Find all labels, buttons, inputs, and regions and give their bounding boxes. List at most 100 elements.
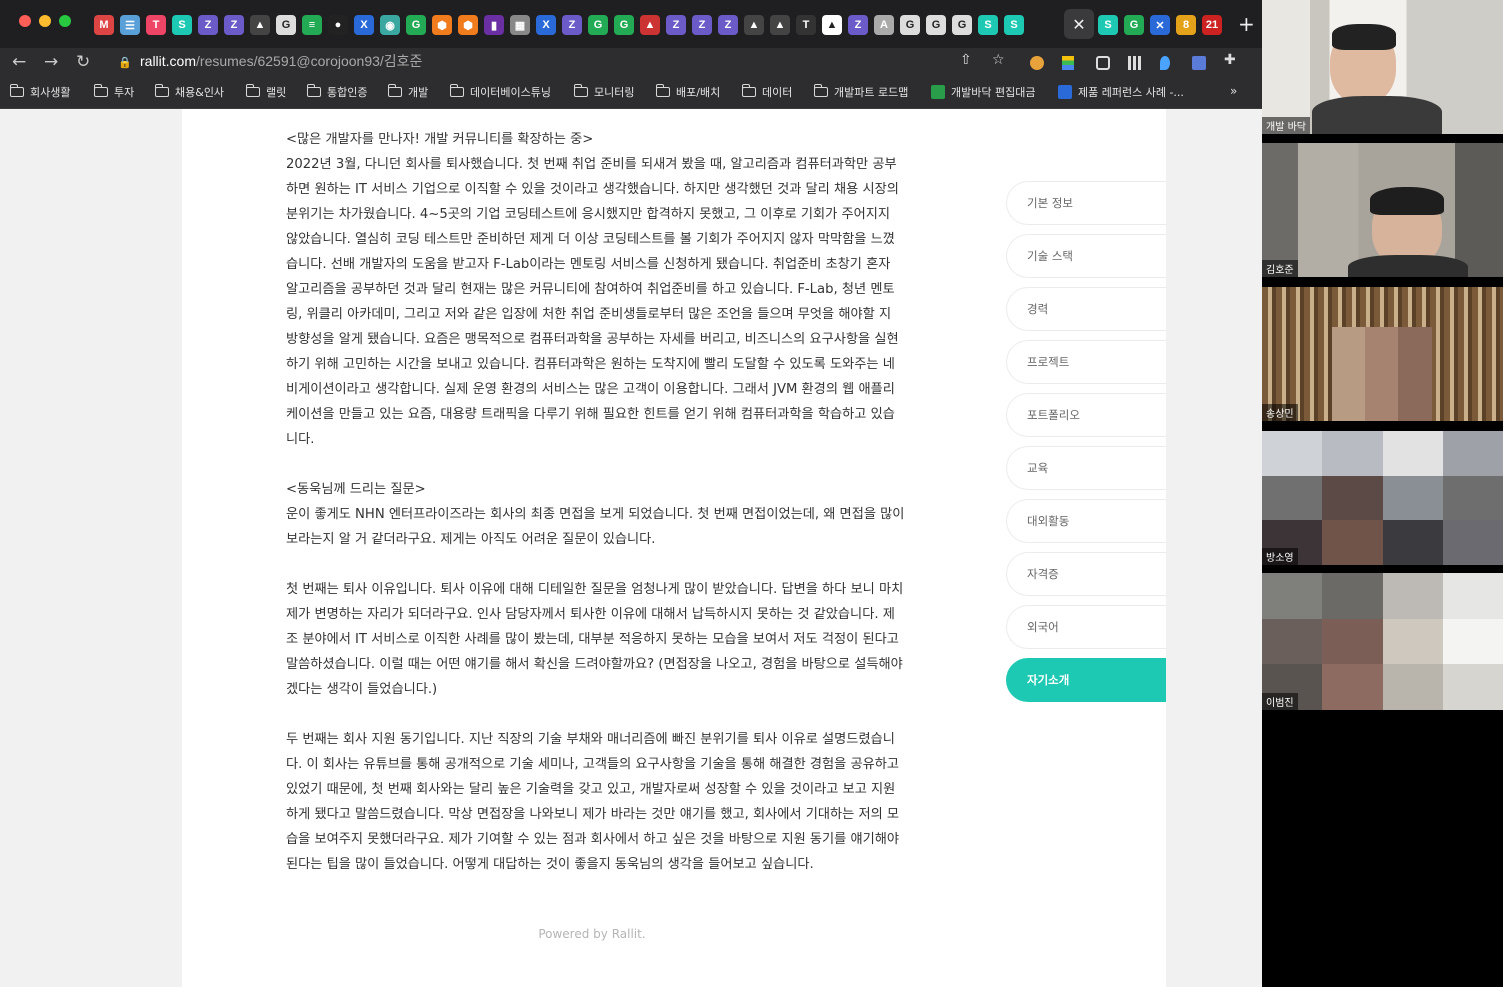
pixelated-video — [1262, 431, 1503, 565]
folder-icon — [813, 84, 828, 97]
extension-stack-icon[interactable] — [1062, 56, 1074, 70]
nav-item-8[interactable]: 외국어 — [1006, 605, 1166, 649]
nav-item-9[interactable]: 자기소개 — [1006, 658, 1166, 702]
tab-favicon-icon[interactable]: G — [588, 15, 608, 35]
address-bar[interactable]: 🔒 rallit.com/resumes/62591@corojoon93/김호준 — [108, 48, 1048, 74]
bookmarks-more-button[interactable]: » — [1230, 84, 1237, 98]
minimize-window-button[interactable] — [39, 15, 51, 27]
bookmark-item[interactable]: 데이터베이스튜닝 — [449, 84, 551, 100]
nav-item-7[interactable]: 자격증 — [1006, 552, 1166, 596]
participant-video[interactable]: 김호준 — [1262, 143, 1503, 277]
tab-favicon-icon[interactable]: G — [614, 15, 634, 35]
tab-favicon-icon[interactable]: ⬢ — [458, 15, 478, 35]
bookmark-item[interactable]: 개발 — [387, 84, 428, 100]
back-button[interactable]: ← — [12, 52, 26, 72]
tab-favicon-icon[interactable]: ▦ — [510, 15, 530, 35]
tab-favicon-icon[interactable]: G — [900, 15, 920, 35]
tab-favicon-icon[interactable]: ✕ — [1150, 15, 1170, 35]
save-extension-icon[interactable] — [1192, 56, 1206, 70]
tab-favicon-icon[interactable]: Z — [224, 15, 244, 35]
bookmark-star-icon[interactable]: ☆ — [992, 52, 1005, 68]
nav-item-3[interactable]: 프로젝트 — [1006, 340, 1166, 384]
extensions-puzzle-icon[interactable]: ✚ — [1224, 52, 1236, 68]
tab-favicon-icon[interactable]: ● — [328, 15, 348, 35]
tab-favicon-icon[interactable]: Z — [562, 15, 582, 35]
bookmark-item[interactable]: 채용&인사 — [154, 84, 224, 100]
tab-favicon-icon[interactable]: T — [796, 15, 816, 35]
forward-button[interactable]: → — [44, 52, 58, 72]
bookmark-item[interactable]: 모니터링 — [573, 84, 634, 100]
tab-favicon-icon[interactable]: ☰ — [120, 15, 140, 35]
bookmark-item[interactable]: 개발바닥 편집대금 — [931, 84, 1035, 100]
tab-favicon-icon[interactable]: ◉ — [380, 15, 400, 35]
tab-favicon-icon[interactable]: ▲ — [770, 15, 790, 35]
tab-favicon-icon[interactable]: ⬢ — [432, 15, 452, 35]
participant-video[interactable]: 방소영 — [1262, 431, 1503, 565]
bookmark-item[interactable]: 제품 레퍼런스 사례 -... — [1058, 84, 1184, 100]
share-icon[interactable]: ⇧ — [960, 52, 972, 68]
nav-item-1[interactable]: 기술 스택 — [1006, 234, 1166, 278]
tab-favicon-icon[interactable]: Z — [848, 15, 868, 35]
nav-item-0[interactable]: 기본 정보 — [1006, 181, 1166, 225]
resume-section-nav: 기본 정보기술 스택경력프로젝트포트폴리오교육대외활동자격증외국어자기소개 — [1006, 181, 1166, 711]
tab-favicon-icon[interactable]: S — [172, 15, 192, 35]
tab-favicon-icon[interactable]: T — [146, 15, 166, 35]
bookmark-item[interactable]: 통합인증 — [306, 84, 367, 100]
tab-favicon-icon[interactable]: 21 — [1202, 15, 1222, 35]
tab-favicon-icon[interactable]: ▲ — [640, 15, 660, 35]
qr-code-icon[interactable] — [1128, 56, 1142, 70]
bookmark-label: 제품 레퍼런스 사례 -... — [1078, 86, 1184, 99]
tab-favicon-icon[interactable]: ▲ — [744, 15, 764, 35]
close-tab-button[interactable]: ✕ — [1064, 9, 1094, 39]
close-window-button[interactable] — [19, 15, 31, 27]
extension-box-icon[interactable] — [1096, 56, 1110, 70]
nav-item-6[interactable]: 대외활동 — [1006, 499, 1166, 543]
bookmark-label: 랠릿 — [266, 86, 287, 99]
tab-favicon-icon[interactable]: Z — [718, 15, 738, 35]
tab-favicon-icon[interactable]: G — [926, 15, 946, 35]
tab-favicon-icon[interactable]: Z — [198, 15, 218, 35]
tab-favicon-icon[interactable]: G — [952, 15, 972, 35]
bookmark-item[interactable]: 회사생활 — [9, 84, 70, 100]
participant-video[interactable]: 개발 바닥 — [1262, 0, 1503, 134]
bookmark-label: 투자 — [114, 86, 135, 99]
participant-name: 방소영 — [1262, 548, 1298, 565]
participant-video[interactable]: 송상민 — [1262, 287, 1503, 421]
powered-by-footer[interactable]: Powered by Rallit. — [182, 927, 1002, 941]
nav-item-4[interactable]: 포트폴리오 — [1006, 393, 1166, 437]
tab-favicon-icon[interactable]: G — [276, 15, 296, 35]
tab-favicon-icon[interactable]: X — [354, 15, 374, 35]
tab-favicon-icon[interactable]: S — [978, 15, 998, 35]
nav-item-2[interactable]: 경력 — [1006, 287, 1166, 331]
new-tab-button[interactable]: + — [1238, 12, 1255, 36]
tab-favicon-icon[interactable]: Z — [666, 15, 686, 35]
tab-favicon-icon[interactable]: S — [1098, 15, 1118, 35]
tab-favicon-icon[interactable]: ▲ — [822, 15, 842, 35]
nav-item-5[interactable]: 교육 — [1006, 446, 1166, 490]
bookmark-item[interactable]: 랠릿 — [245, 84, 287, 100]
tab-favicon-icon[interactable]: ≡ — [302, 15, 322, 35]
tab-list-tail: S G ✕ 8 21 — [1098, 15, 1222, 35]
bookmark-item[interactable]: 배포/배치 — [655, 84, 720, 100]
hair-shape — [1370, 187, 1444, 215]
tab-favicon-icon[interactable]: G — [1124, 15, 1144, 35]
reload-button[interactable]: ↻ — [76, 52, 90, 72]
bookmark-item[interactable]: 개발파트 로드맵 — [813, 84, 908, 100]
tab-favicon-icon[interactable]: 8 — [1176, 15, 1196, 35]
extension-pin-icon[interactable] — [1160, 56, 1170, 70]
zoom-window-button[interactable] — [59, 15, 71, 27]
tab-favicon-icon[interactable]: ▮ — [484, 15, 504, 35]
extension-cookie-icon[interactable] — [1030, 56, 1044, 70]
tab-favicon-icon[interactable]: S — [1004, 15, 1024, 35]
tab-favicon-icon[interactable]: G — [406, 15, 426, 35]
tab-favicon-icon[interactable]: X — [536, 15, 556, 35]
participant-name: 김호준 — [1262, 260, 1298, 277]
bookmark-item[interactable]: 투자 — [93, 84, 135, 100]
bookmark-item[interactable]: 데이터 — [741, 84, 792, 100]
folder-icon — [387, 84, 402, 97]
tab-favicon-icon[interactable]: Z — [692, 15, 712, 35]
tab-favicon-icon[interactable]: M — [94, 15, 114, 35]
tab-favicon-icon[interactable]: A — [874, 15, 894, 35]
tab-favicon-icon[interactable]: ▲ — [250, 15, 270, 35]
participant-video[interactable]: 이범진 — [1262, 573, 1503, 710]
